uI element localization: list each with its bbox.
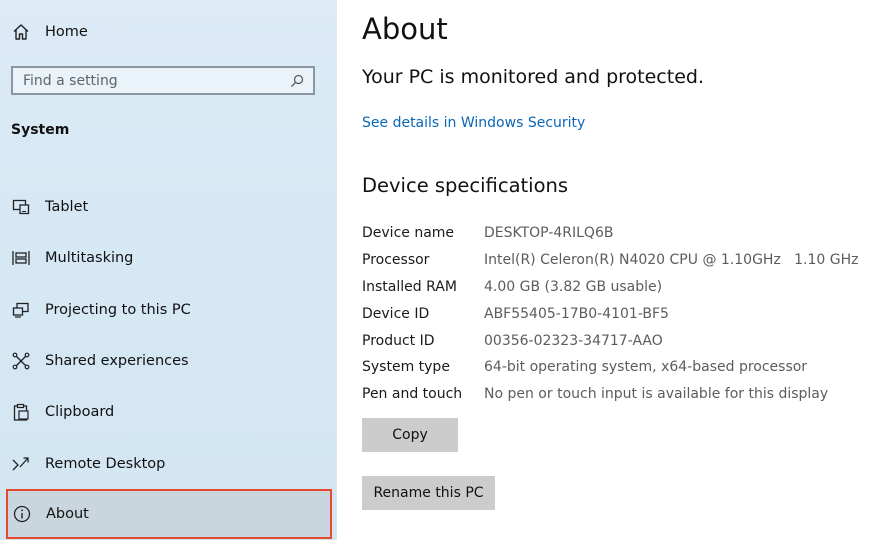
protection-status: Your PC is monitored and protected. bbox=[362, 66, 704, 88]
search-icon[interactable] bbox=[289, 73, 305, 89]
spec-value: 4.00 GB (3.82 GB usable) bbox=[484, 278, 663, 295]
spec-row: Device ID ABF55405-17B0-4101-BF5 bbox=[362, 300, 859, 327]
sidebar-item-multitasking[interactable]: Multitasking bbox=[0, 238, 337, 278]
device-specifications-heading: Device specifications bbox=[362, 174, 569, 197]
home-label: Home bbox=[45, 24, 88, 40]
spec-row: Pen and touch No pen or touch input is a… bbox=[362, 381, 859, 408]
spec-value: 00356-02323-34717-AAO bbox=[484, 332, 663, 349]
sidebar-item-remote-desktop[interactable]: Remote Desktop bbox=[0, 444, 337, 484]
projecting-icon bbox=[12, 302, 29, 318]
spec-value: Intel(R) Celeron(R) N4020 CPU @ 1.10GHz … bbox=[484, 252, 859, 269]
search-box[interactable] bbox=[11, 66, 315, 95]
sidebar-item-tablet[interactable]: Tablet bbox=[0, 187, 337, 227]
sidebar-item-label: Projecting to this PC bbox=[45, 302, 191, 318]
clipboard-icon bbox=[13, 403, 29, 421]
spec-row: Processor Intel(R) Celeron(R) N4020 CPU … bbox=[362, 247, 859, 274]
spec-value: No pen or touch input is available for t… bbox=[484, 386, 829, 403]
spec-key: Product ID bbox=[362, 332, 435, 349]
sidebar-item-projecting[interactable]: Projecting to this PC bbox=[0, 290, 337, 330]
spec-value: ABF55405-17B0-4101-BF5 bbox=[484, 305, 669, 322]
sidebar-item-label: Remote Desktop bbox=[45, 456, 166, 472]
shared-experiences-icon bbox=[12, 352, 30, 370]
spec-row: Installed RAM 4.00 GB (3.82 GB usable) bbox=[362, 274, 859, 301]
sidebar-item-clipboard[interactable]: Clipboard bbox=[0, 392, 337, 432]
spec-row: Product ID 00356-02323-34717-AAO bbox=[362, 327, 859, 354]
sidebar-item-shared-experiences[interactable]: Shared experiences bbox=[0, 341, 337, 381]
spec-key: Device ID bbox=[362, 305, 430, 322]
spec-value: 64-bit operating system, x64-based proce… bbox=[484, 359, 808, 376]
sidebar-item-label: Multitasking bbox=[45, 250, 134, 266]
sidebar: Home System Tablet M bbox=[0, 0, 337, 540]
spec-key: Device name bbox=[362, 225, 455, 242]
sidebar-item-label: Shared experiences bbox=[45, 353, 189, 369]
settings-window: Home System Tablet M bbox=[0, 0, 880, 540]
sidebar-item-label: About bbox=[46, 506, 89, 522]
sidebar-home[interactable]: Home bbox=[11, 20, 88, 44]
section-title: System bbox=[11, 122, 70, 138]
sidebar-item-about[interactable]: About bbox=[6, 489, 332, 539]
main-content: About Your PC is monitored and protected… bbox=[337, 0, 880, 540]
sidebar-item-label: Tablet bbox=[45, 199, 89, 215]
info-icon bbox=[13, 505, 31, 523]
rename-pc-button[interactable]: Rename this PC bbox=[362, 476, 495, 510]
spec-key: Pen and touch bbox=[362, 386, 463, 403]
home-icon bbox=[13, 24, 29, 40]
spec-key: Installed RAM bbox=[362, 278, 457, 295]
spec-value: DESKTOP-4RILQ6B bbox=[484, 225, 614, 242]
spec-row: System type 64-bit operating system, x64… bbox=[362, 354, 859, 381]
spec-row: Device name DESKTOP-4RILQ6B bbox=[362, 220, 859, 247]
remote-desktop-icon bbox=[12, 457, 29, 471]
tablet-icon bbox=[12, 199, 30, 215]
sidebar-item-label: Clipboard bbox=[45, 404, 115, 420]
spec-key: System type bbox=[362, 359, 450, 376]
copy-button[interactable]: Copy bbox=[362, 418, 458, 452]
device-specifications-list: Device name DESKTOP-4RILQ6B Processor In… bbox=[362, 220, 859, 408]
search-input[interactable] bbox=[13, 67, 289, 94]
multitasking-icon bbox=[12, 251, 30, 265]
spec-key: Processor bbox=[362, 252, 430, 269]
windows-security-link[interactable]: See details in Windows Security bbox=[362, 115, 585, 131]
page-title: About bbox=[362, 12, 448, 46]
